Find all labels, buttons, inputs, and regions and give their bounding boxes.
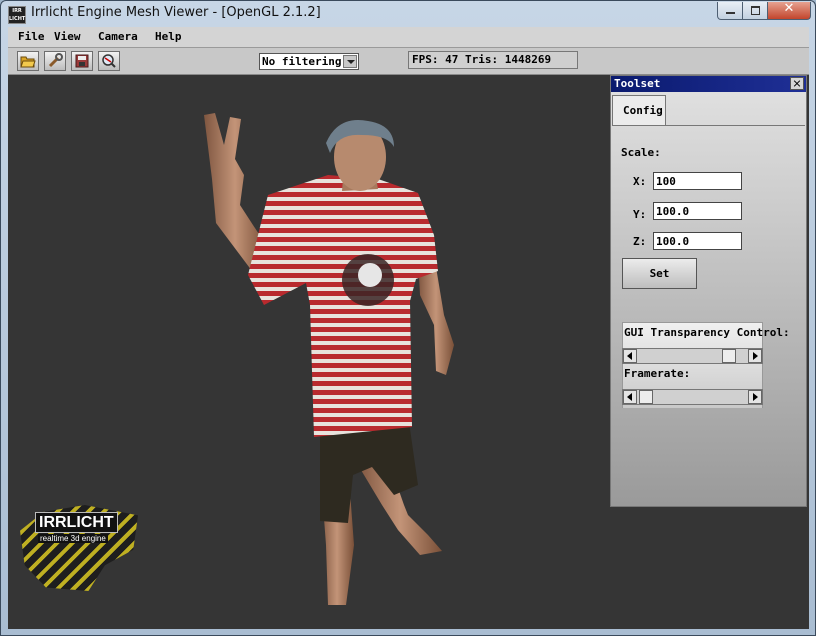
scroll-left-icon[interactable] bbox=[623, 390, 637, 404]
open-folder-icon bbox=[20, 56, 36, 68]
gui-transparency-label: GUI Transparency Control: bbox=[624, 326, 790, 339]
scale-label: Scale: bbox=[621, 146, 661, 159]
framerate-thumb[interactable] bbox=[639, 390, 653, 404]
scroll-right-icon[interactable] bbox=[748, 349, 762, 363]
minimize-button[interactable] bbox=[717, 2, 743, 20]
settings-wrench-icon bbox=[48, 53, 63, 68]
maximize-button[interactable] bbox=[742, 2, 768, 20]
chevron-down-icon[interactable] bbox=[343, 55, 357, 68]
scroll-right-icon[interactable] bbox=[748, 390, 762, 404]
zoom-magnifier-icon bbox=[102, 54, 116, 68]
z-label: Z: bbox=[633, 235, 647, 248]
tab-config[interactable]: Config bbox=[612, 95, 666, 125]
client-area: File View Camera Help No filtering FPS: … bbox=[8, 27, 809, 629]
save-icon bbox=[75, 54, 89, 68]
scale-y-input[interactable]: 100.0 bbox=[653, 202, 742, 220]
filter-selected-value: No filtering bbox=[262, 55, 342, 68]
y-label: Y: bbox=[633, 208, 647, 221]
scale-x-input[interactable]: 100 bbox=[653, 172, 742, 190]
scroll-left-icon[interactable] bbox=[623, 349, 637, 363]
irrlicht-app-icon: IRR LICHT bbox=[8, 6, 26, 24]
menu-view[interactable]: View bbox=[54, 30, 81, 43]
texture-filter-select[interactable]: No filtering bbox=[259, 53, 359, 70]
toolset-tab-strip: Config bbox=[612, 93, 805, 126]
skull-icon bbox=[358, 263, 382, 287]
toolset-close-button[interactable] bbox=[790, 77, 804, 90]
toolset-title: Toolset bbox=[614, 77, 661, 90]
transparency-thumb[interactable] bbox=[722, 349, 736, 363]
logo-title: IRRLICHT bbox=[35, 512, 118, 533]
scale-z-input[interactable]: 100.0 bbox=[653, 232, 742, 250]
menu-camera[interactable]: Camera bbox=[98, 30, 138, 43]
menu-file[interactable]: File bbox=[18, 30, 45, 43]
close-icon: ✕ bbox=[783, 1, 795, 16]
menu-help[interactable]: Help bbox=[155, 30, 182, 43]
menu-bar: File View Camera Help bbox=[8, 27, 809, 48]
x-label: X: bbox=[633, 175, 647, 188]
save-button[interactable] bbox=[71, 51, 93, 71]
stats-display: FPS: 47 Tris: 1448269 bbox=[408, 51, 578, 69]
toolbar: No filtering FPS: 47 Tris: 1448269 bbox=[8, 48, 809, 75]
open-model-button[interactable] bbox=[17, 51, 39, 71]
toolset-panel: Toolset Config Scale: X: 100 Y: 100.0 Z:… bbox=[610, 75, 807, 507]
toolset-title-bar[interactable]: Toolset bbox=[611, 76, 806, 92]
set-button-label: Set bbox=[649, 267, 670, 280]
irrlicht-logo: IRRLICHT realtime 3d engine bbox=[20, 497, 142, 593]
settings-button[interactable] bbox=[44, 51, 66, 71]
set-scale-button[interactable]: Set bbox=[622, 258, 697, 289]
zoom-button[interactable] bbox=[98, 51, 120, 71]
logo-subtitle: realtime 3d engine bbox=[38, 534, 108, 543]
application-window: IRR LICHT Irrlicht Engine Mesh Viewer - … bbox=[0, 0, 816, 636]
close-window-button[interactable]: ✕ bbox=[767, 1, 811, 20]
fps-tris-readout: FPS: 47 Tris: 1448269 bbox=[412, 53, 552, 66]
striped-shirt bbox=[248, 175, 438, 437]
title-bar[interactable]: IRR LICHT Irrlicht Engine Mesh Viewer - … bbox=[1, 1, 815, 27]
window-title: Irrlicht Engine Mesh Viewer - [OpenGL 2.… bbox=[31, 5, 321, 20]
framerate-label: Framerate: bbox=[624, 367, 691, 380]
gui-transparency-scrollbar[interactable] bbox=[622, 348, 763, 364]
framerate-scrollbar[interactable] bbox=[622, 389, 763, 405]
tab-config-label: Config bbox=[623, 104, 663, 117]
